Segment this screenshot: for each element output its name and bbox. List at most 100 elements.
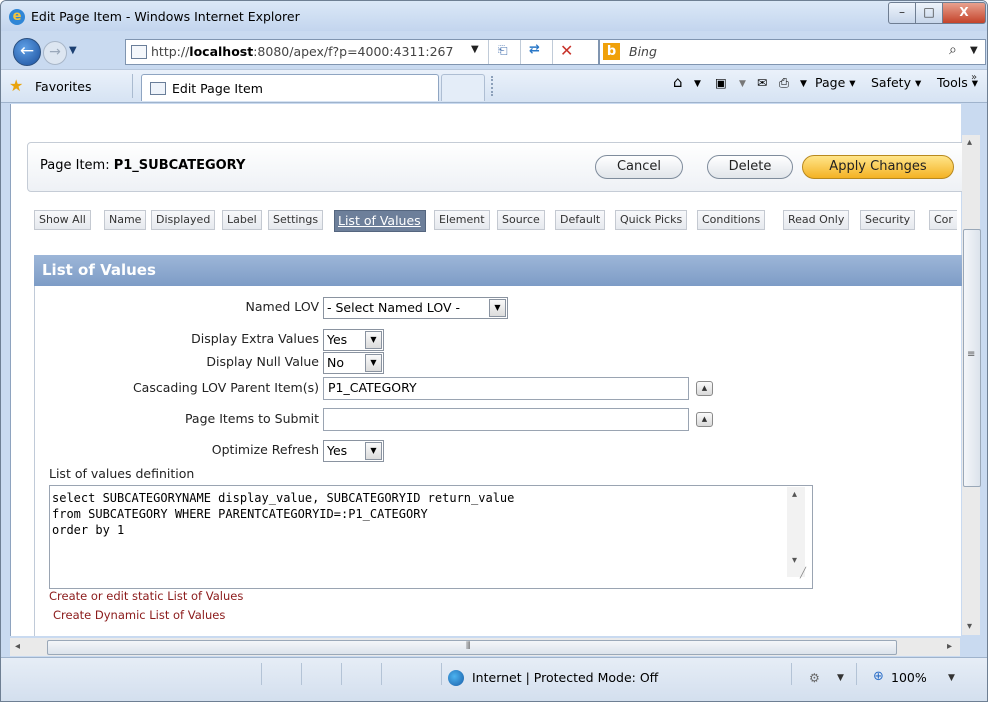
tab-label[interactable]: Label — [222, 210, 262, 230]
zoom-level[interactable]: 100% — [891, 670, 927, 685]
safety-menu[interactable]: Safety ▾ — [871, 75, 921, 90]
address-divider — [552, 40, 553, 64]
tab-show-all[interactable]: Show All — [34, 210, 91, 230]
window-title: Edit Page Item - Windows Internet Explor… — [31, 9, 300, 24]
tab-displayed[interactable]: Displayed — [151, 210, 216, 230]
tab-default[interactable]: Default — [555, 210, 606, 230]
zoom-icon[interactable]: ⊕ — [873, 669, 884, 684]
more-commands-icon[interactable]: » — [971, 72, 977, 83]
tab-title: Edit Page Item — [172, 81, 263, 96]
tab-settings[interactable]: Settings — [268, 210, 324, 230]
minimize-button[interactable]: – — [888, 2, 916, 24]
page-items-to-submit-input[interactable] — [323, 408, 689, 431]
display-extra-values-value: Yes — [327, 332, 348, 347]
tab-name[interactable]: Name — [104, 210, 147, 230]
apply-changes-button[interactable]: Apply Changes — [802, 155, 954, 179]
named-lov-select[interactable]: - Select Named LOV - ▼ — [323, 297, 508, 319]
lov-definition-textarea[interactable]: select SUBCATEGORYNAME display_value, SU… — [49, 485, 813, 589]
page-title: Page Item: P1_SUBCATEGORY — [40, 158, 246, 173]
favorites-label: Favorites — [35, 79, 92, 94]
tab-list-of-values[interactable]: List of Values — [334, 210, 426, 232]
resize-grip-icon[interactable]: ╱ — [800, 568, 806, 579]
recent-pages-dropdown-icon[interactable]: ▼ — [69, 45, 77, 56]
search-box[interactable]: b Bing ⌕ ▼ — [599, 39, 986, 65]
create-dynamic-lov-link[interactable]: Create Dynamic List of Values — [53, 608, 225, 622]
internet-zone-icon — [448, 670, 464, 686]
maximize-button[interactable]: □ — [915, 2, 943, 24]
ie-logo-icon: e — [9, 9, 25, 25]
stop-icon[interactable]: ✕ — [560, 41, 573, 60]
toolbar-grip — [491, 76, 497, 96]
url-text[interactable]: http://localhost:8080/apex/f?p=4000:4311… — [151, 44, 453, 59]
search-input[interactable]: Bing — [629, 44, 657, 59]
new-tab-button[interactable] — [441, 74, 485, 101]
home-dropdown-icon[interactable]: ▼ — [694, 79, 701, 89]
browser-tab[interactable]: Edit Page Item — [141, 74, 439, 101]
lov-definition-label: List of values definition — [49, 466, 195, 481]
tab-element[interactable]: Element — [434, 210, 490, 230]
compatibility-view-icon[interactable]: ⎗ — [498, 43, 508, 58]
search-options-dropdown-icon[interactable]: ▼ — [970, 45, 978, 56]
browser-window: e Edit Page Item - Windows Internet Expl… — [0, 0, 988, 702]
scroll-up-icon[interactable]: ▴ — [792, 489, 797, 500]
cancel-button[interactable]: Cancel — [595, 155, 683, 179]
create-static-lov-link[interactable]: Create or edit static List of Values — [49, 589, 243, 603]
print-dropdown-icon[interactable]: ▼ — [800, 79, 807, 89]
zoom-dropdown-icon[interactable]: ▼ — [948, 673, 955, 683]
chevron-down-icon[interactable]: ▼ — [365, 442, 382, 460]
tab-read-only[interactable]: Read Only — [783, 210, 850, 230]
scroll-up-icon[interactable]: ▴ — [967, 137, 972, 148]
favorites-bar: ★ Favorites Edit Page Item ⌂ ▼ ▣ ▼ ✉ ⎙ ▼… — [1, 69, 987, 103]
tab-source[interactable]: Source — [497, 210, 545, 230]
display-extra-values-label: Display Extra Values — [191, 331, 319, 346]
title-bar: e Edit Page Item - Windows Internet Expl… — [1, 1, 987, 31]
optimize-refresh-select[interactable]: Yes ▼ — [323, 440, 384, 462]
address-dropdown-icon[interactable]: ▼ — [471, 44, 479, 55]
section-header: List of Values — [34, 255, 964, 286]
status-divider — [791, 663, 792, 685]
tab-comments[interactable]: Cor — [929, 210, 957, 230]
address-bar[interactable]: http://localhost:8080/apex/f?p=4000:4311… — [125, 39, 599, 65]
cascading-lov-parent-label: Cascading LOV Parent Item(s) — [132, 380, 319, 395]
cascading-lov-parent-input[interactable]: P1_CATEGORY — [323, 377, 689, 400]
display-extra-values-select[interactable]: Yes ▼ — [323, 329, 384, 351]
tab-conditions[interactable]: Conditions — [697, 210, 766, 230]
list-picker-button[interactable]: ▲ — [696, 412, 713, 427]
home-icon[interactable]: ⌂ — [673, 73, 683, 91]
textarea-scrollbar[interactable]: ▴ ▾ — [787, 487, 805, 577]
delete-button[interactable]: Delete — [707, 155, 793, 179]
display-null-value-select[interactable]: No ▼ — [323, 352, 384, 374]
horizontal-scroll-thumb[interactable] — [47, 640, 897, 655]
security-zone-text: Internet | Protected Mode: Off — [472, 670, 659, 685]
scroll-down-icon[interactable]: ▾ — [967, 621, 972, 632]
status-divider — [301, 663, 302, 685]
list-picker-button[interactable]: ▲ — [696, 381, 713, 396]
tab-security[interactable]: Security — [860, 210, 916, 230]
back-button[interactable]: ← — [13, 38, 41, 66]
feeds-icon[interactable]: ▣ — [715, 75, 727, 90]
search-icon[interactable]: ⌕ — [949, 42, 957, 58]
display-null-value-value: No — [327, 355, 344, 370]
chevron-down-icon[interactable]: ▼ — [365, 331, 382, 349]
tab-quick-picks[interactable]: Quick Picks — [615, 210, 688, 230]
print-icon[interactable]: ⎙ — [779, 75, 789, 91]
scroll-right-icon[interactable]: ▸ — [947, 641, 952, 652]
close-button[interactable]: X — [942, 2, 986, 24]
scroll-left-icon[interactable]: ◂ — [15, 641, 20, 652]
feeds-dropdown-icon[interactable]: ▼ — [739, 79, 746, 89]
protected-mode-icon[interactable]: ⚙ — [809, 671, 820, 685]
chevron-down-icon[interactable]: ▼ — [365, 354, 382, 372]
page-menu[interactable]: Page ▾ — [815, 75, 856, 90]
protected-mode-dropdown-icon[interactable]: ▼ — [837, 673, 844, 683]
scroll-grip-icon: ⦀ — [466, 641, 471, 652]
section-title: List of Values — [42, 261, 156, 279]
display-null-value-label: Display Null Value — [206, 354, 319, 369]
address-divider — [520, 40, 521, 64]
mail-icon[interactable]: ✉ — [757, 75, 767, 90]
scroll-down-icon[interactable]: ▾ — [792, 555, 797, 566]
named-lov-label: Named LOV — [245, 299, 319, 314]
chevron-down-icon[interactable]: ▼ — [489, 299, 506, 317]
forward-button[interactable]: → — [43, 41, 67, 65]
tab-page-icon — [150, 82, 166, 95]
refresh-icon[interactable]: ⇄ — [529, 42, 540, 57]
